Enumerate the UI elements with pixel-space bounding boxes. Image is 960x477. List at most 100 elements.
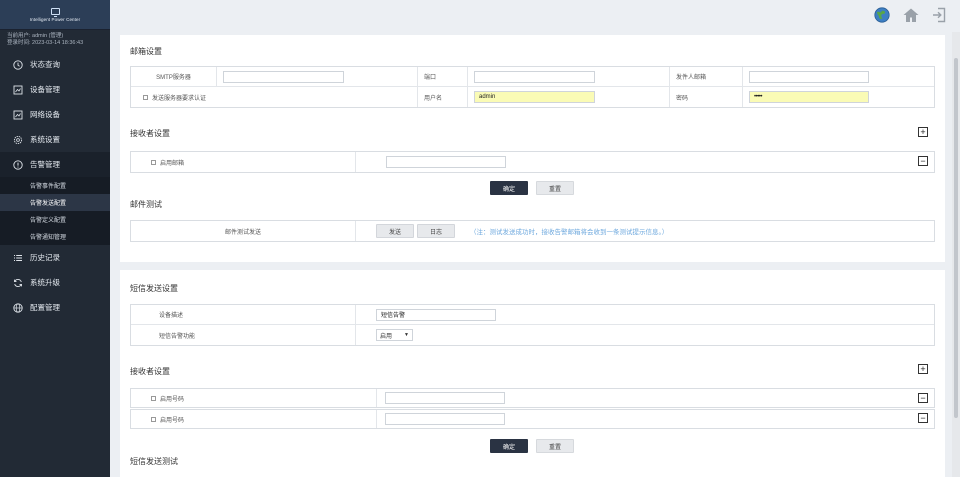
nav-item-label: 设备管理	[30, 85, 60, 94]
sms-recipient-title: 接收者设置	[130, 367, 170, 376]
password-input[interactable]: •••••	[749, 91, 869, 103]
password-label: 密码	[670, 87, 743, 107]
mail-test-grid: 邮件测试发送 发送 日志 （注：测试发送成功时，接收告警邮箱将会收到一条测试提示…	[130, 220, 935, 242]
topbar	[110, 0, 960, 32]
nav-item-config[interactable]: 配置管理	[0, 295, 110, 320]
sms-alarm-func-label: 短信告警功能	[131, 325, 356, 345]
network-icon	[12, 109, 23, 120]
remove-sms-recipient-button[interactable]: −	[918, 413, 928, 423]
checkbox-icon	[151, 416, 156, 422]
checkbox-icon	[143, 94, 148, 100]
email-settings-panel: 邮箱设置 SMTP服务器 端口 发件人邮箱 发送服务器要求认证 用户名 admi…	[120, 35, 945, 262]
email-settings-grid: SMTP服务器 端口 发件人邮箱 发送服务器要求认证 用户名 admin 密码 …	[130, 66, 935, 108]
checkbox-icon	[151, 395, 156, 401]
subnav-notify-manage[interactable]: 告警通知管理	[0, 228, 110, 245]
smtp-label: SMTP服务器	[131, 67, 217, 86]
globe-icon	[12, 302, 23, 313]
nav-item-label: 系统升级	[30, 278, 60, 287]
minus-icon: −	[920, 155, 926, 166]
auth-row: 发送服务器要求认证 用户名 admin 密码 •••••	[131, 87, 934, 107]
nav-item-status[interactable]: 状态查询	[0, 52, 110, 77]
nav-item-label: 状态查询	[30, 60, 60, 69]
sms-alarm-func-select[interactable]: 启用 ▼	[376, 329, 413, 341]
nav-item-network[interactable]: 网络设备	[0, 102, 110, 127]
mail-test-label: 邮件测试发送	[131, 221, 356, 241]
sms-settings-title: 短信发送设置	[130, 284, 178, 293]
nav-item-device[interactable]: 设备管理	[0, 77, 110, 102]
sms-test-title: 短信发送测试	[130, 457, 178, 466]
login-time: 登录时间: 2023-03-14 18:36:43	[7, 40, 84, 46]
sms-recipient-row: 启用号码	[130, 388, 935, 408]
monitor-logo-icon	[50, 7, 60, 17]
sms-recipient-grid: 启用号码 启用号码	[130, 388, 935, 429]
alarm-submenu: 告警事件配置 告警发送配置 告警定义配置 告警通知管理	[0, 177, 110, 245]
phone-number-input[interactable]	[385, 413, 505, 425]
scrollbar-thumb[interactable]	[954, 58, 958, 418]
sms-recipient-row: 启用号码	[130, 409, 935, 429]
minus-icon: −	[920, 392, 926, 403]
add-sms-recipient-button[interactable]: +	[918, 364, 928, 374]
refresh-icon	[12, 277, 23, 288]
brand: Intelligent Power Center	[0, 0, 110, 30]
logout-icon[interactable]	[932, 7, 946, 23]
auth-required-checkbox[interactable]: 发送服务器要求认证	[143, 93, 206, 102]
username-input[interactable]: admin	[474, 91, 595, 103]
device-icon	[12, 84, 23, 95]
nav-menu: 状态查询 设备管理 网络设备 系统设置 告警管理 告警事件配置 告警发送配置 告…	[0, 52, 110, 320]
nav-item-alarm[interactable]: 告警管理	[0, 152, 110, 177]
gear-icon	[12, 134, 23, 145]
enable-email-checkbox[interactable]: 启用邮箱	[151, 158, 184, 167]
enable-number-checkbox[interactable]: 启用号码	[151, 415, 184, 424]
subnav-send-config[interactable]: 告警发送配置	[0, 194, 110, 211]
sidebar: Intelligent Power Center 当前用户: admin (管理…	[0, 0, 110, 477]
brand-name: Intelligent Power Center	[29, 16, 81, 22]
current-user: 当前用户: admin (管理)	[7, 33, 64, 39]
add-email-recipient-button[interactable]: +	[918, 127, 928, 137]
alert-icon	[12, 159, 23, 170]
clock-icon	[12, 59, 23, 70]
port-input[interactable]	[474, 70, 595, 83]
port-label: 端口	[418, 67, 468, 86]
phone-number-input[interactable]	[385, 392, 505, 404]
email-reset-button[interactable]: 重置	[536, 181, 574, 195]
device-desc-input[interactable]: 短信告警	[376, 308, 496, 321]
page-scrollbar[interactable]	[952, 32, 960, 477]
top-actions	[874, 7, 946, 23]
email-recipient-grid: 启用邮箱	[130, 151, 935, 173]
sms-settings-panel: 短信发送设置 设备描述 短信告警 短信告警功能 启用 ▼ 接收者设置 + 启用号码…	[120, 270, 945, 477]
sms-reset-button[interactable]: 重置	[536, 439, 574, 453]
nav-item-label: 配置管理	[30, 303, 60, 312]
smtp-server-input[interactable]	[223, 70, 344, 83]
subnav-event-config[interactable]: 告警事件配置	[0, 177, 110, 194]
email-settings-title: 邮箱设置	[130, 47, 162, 56]
enable-number-checkbox[interactable]: 启用号码	[151, 394, 184, 403]
sms-settings-grid: 设备描述 短信告警 短信告警功能 启用 ▼	[130, 304, 935, 346]
username-label: 用户名	[418, 87, 468, 107]
nav-item-label: 系统设置	[30, 135, 60, 144]
sms-confirm-button[interactable]: 确定	[490, 439, 528, 453]
mail-test-note: （注：测试发送成功时，接收告警邮箱将会收到一条测试提示信息。）	[470, 229, 669, 236]
dropdown-arrow-icon: ▼	[404, 332, 409, 338]
nav-item-upgrade[interactable]: 系统升级	[0, 270, 110, 295]
email-confirm-button[interactable]: 确定	[490, 181, 528, 195]
nav-item-history[interactable]: 历史记录	[0, 245, 110, 270]
plus-icon: +	[920, 363, 926, 374]
minus-icon: −	[920, 412, 926, 423]
mail-send-button[interactable]: 发送	[376, 224, 414, 238]
nav-item-settings[interactable]: 系统设置	[0, 127, 110, 152]
smtp-row: SMTP服务器 端口 发件人邮箱	[131, 67, 934, 87]
list-icon	[12, 252, 23, 263]
checkbox-icon	[151, 159, 156, 165]
language-globe-icon[interactable]	[874, 7, 890, 23]
remove-email-recipient-button[interactable]: −	[918, 156, 928, 166]
device-desc-label: 设备描述	[131, 305, 356, 324]
nav-item-label: 告警管理	[30, 160, 60, 169]
recipient-email-input[interactable]	[386, 156, 506, 168]
home-icon[interactable]	[902, 7, 920, 23]
subnav-define-config[interactable]: 告警定义配置	[0, 211, 110, 228]
remove-sms-recipient-button[interactable]: −	[918, 393, 928, 403]
sender-email-input[interactable]	[749, 70, 869, 83]
plus-icon: +	[920, 126, 926, 137]
nav-item-label: 网络设备	[30, 110, 60, 119]
mail-log-button[interactable]: 日志	[417, 224, 455, 238]
